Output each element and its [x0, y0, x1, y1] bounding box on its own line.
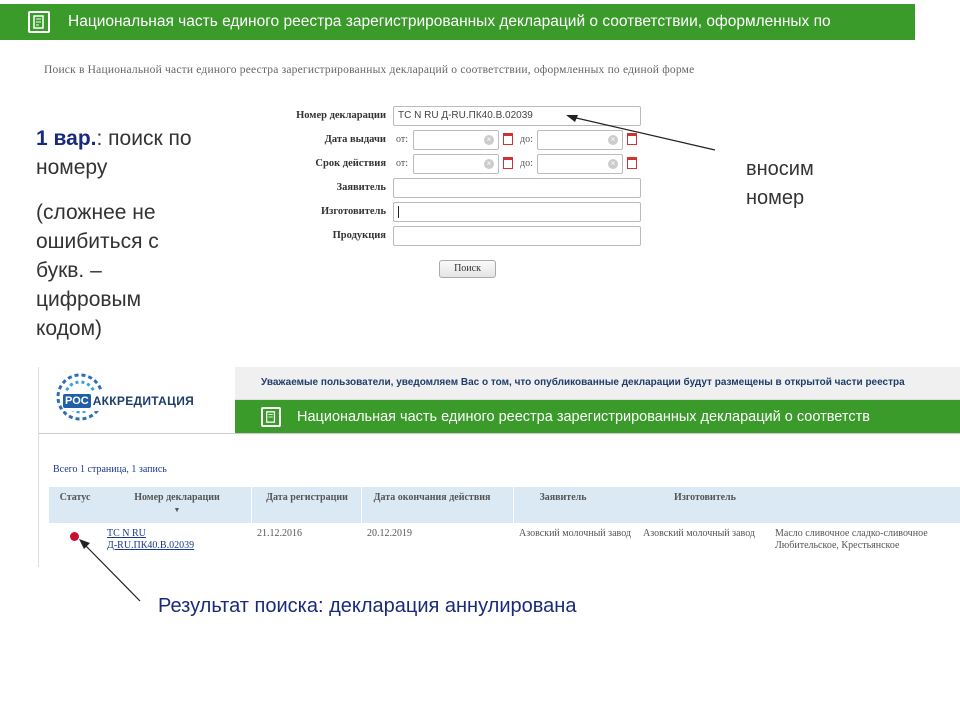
number-label: Номер декларации [296, 110, 386, 121]
notice-text: Уважаемые пользователи, уведомляем Вас о… [261, 377, 905, 388]
calendar-icon[interactable] [627, 157, 637, 169]
registered-date: 21.12.2016 [257, 528, 302, 539]
document-edit-icon [261, 406, 281, 427]
rosaccreditation-logo: РОС АККРЕДИТАЦИЯ [53, 371, 213, 423]
product-name: Масло сливочное сладко-сливочное Любител… [775, 528, 928, 551]
col-number[interactable]: Номер декларации ▼ [107, 487, 247, 523]
manufacturer-input[interactable] [393, 202, 641, 222]
issue-date-from-input[interactable]: × [413, 130, 499, 150]
applicant-name: Азовский молочный завод [519, 528, 631, 539]
results-banner: Национальная часть единого реестра зарег… [235, 400, 960, 433]
enter-number-annotation: вносим номер [746, 158, 814, 209]
clear-icon[interactable]: × [484, 135, 494, 145]
logo-text-accreditation: АККРЕДИТАЦИЯ [92, 394, 195, 408]
logo-text-ros: РОС [63, 394, 91, 408]
sort-down-icon[interactable]: ▼ [174, 506, 181, 514]
search-heading: Поиск в Национальной части единого реест… [44, 64, 695, 76]
table-row[interactable]: ТС N RU Д-RU.ПК40.В.02039 21.12.2016 20.… [49, 525, 960, 565]
notice-strip: Уважаемые пользователи, уведомляем Вас о… [235, 367, 960, 400]
calendar-icon[interactable] [503, 157, 513, 169]
document-edit-icon [28, 11, 50, 33]
clear-icon[interactable]: × [484, 159, 494, 169]
variant-bold: 1 вар. [36, 127, 97, 150]
top-banner: Национальная часть единого реестра зарег… [0, 4, 915, 40]
search-button[interactable]: Поиск [439, 260, 496, 278]
pointer-arrow [566, 115, 716, 151]
validity-label: Срок действия [315, 158, 386, 169]
col-applicant[interactable]: Заявитель [519, 487, 607, 523]
pagination-info: Всего 1 страница, 1 запись [53, 464, 167, 475]
top-banner-title: Национальная часть единого реестра зарег… [68, 13, 831, 30]
result-pointer-arrow [79, 539, 141, 602]
validity-to-label: до: [520, 158, 533, 169]
validity-from-input[interactable]: × [413, 154, 499, 174]
results-page: РОС АККРЕДИТАЦИЯ Уважаемые пользователи,… [38, 367, 960, 567]
variant-note: (сложнее не ошибиться с букв. – цифровым… [36, 201, 159, 340]
manufacturer-label: Изготовитель [321, 206, 386, 217]
product-input[interactable] [393, 226, 641, 246]
issue-date-label: Дата выдачи [324, 134, 386, 145]
variant-annotation: 1 вар.: поиск по номеру [36, 124, 206, 182]
manufacturer-name: Азовский молочный завод [643, 528, 755, 539]
issue-date-from-label: от: [396, 134, 409, 145]
clear-icon[interactable]: × [608, 159, 618, 169]
applicant-input[interactable] [393, 178, 641, 198]
validity-to-input[interactable]: × [537, 154, 623, 174]
validity-from-label: от: [396, 158, 409, 169]
calendar-icon[interactable] [503, 133, 513, 145]
col-status[interactable]: Статус [49, 487, 101, 523]
results-table: Статус Номер декларации ▼ Дата регистрац… [49, 487, 960, 567]
expires-date: 20.12.2019 [367, 528, 412, 539]
col-registered[interactable]: Дата регистрации [263, 487, 351, 523]
result-caption: Результат поиска: декларация аннулирован… [158, 595, 577, 617]
results-banner-title: Национальная часть единого реестра зарег… [297, 408, 870, 425]
col-expires[interactable]: Дата окончания действия [371, 487, 493, 523]
applicant-label: Заявитель [336, 182, 386, 193]
product-label: Продукция [332, 230, 386, 241]
issue-date-to-label: до: [520, 134, 533, 145]
col-manufacturer[interactable]: Изготовитель [653, 487, 757, 523]
